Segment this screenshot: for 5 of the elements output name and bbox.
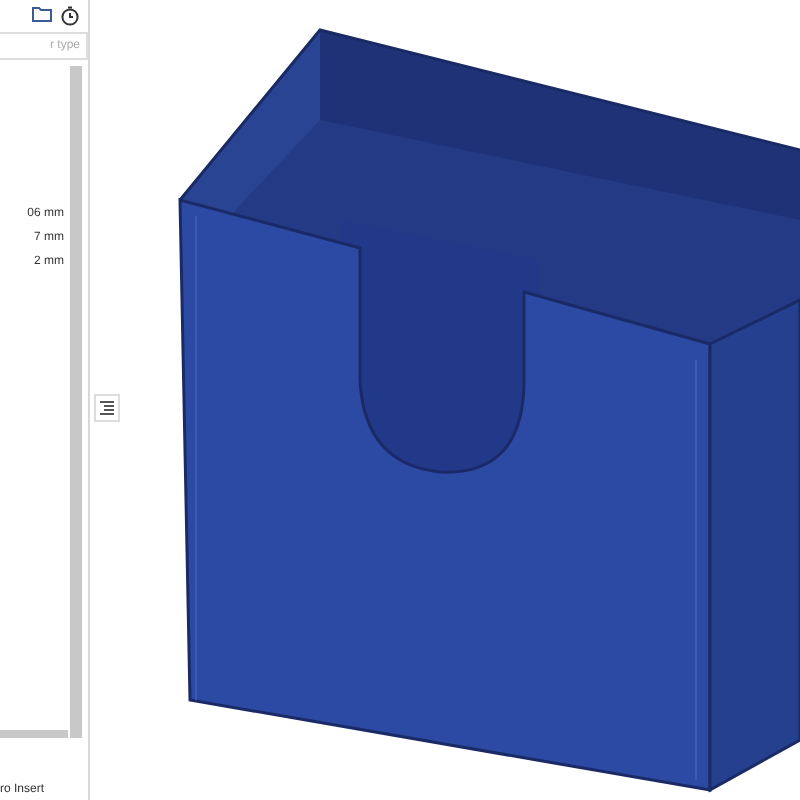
folder-icon[interactable] (32, 6, 52, 22)
horizontal-scrollbar[interactable] (0, 730, 68, 738)
list-icon[interactable] (94, 394, 120, 422)
clock-icon[interactable] (60, 6, 80, 26)
vertical-scrollbar[interactable] (70, 66, 82, 738)
